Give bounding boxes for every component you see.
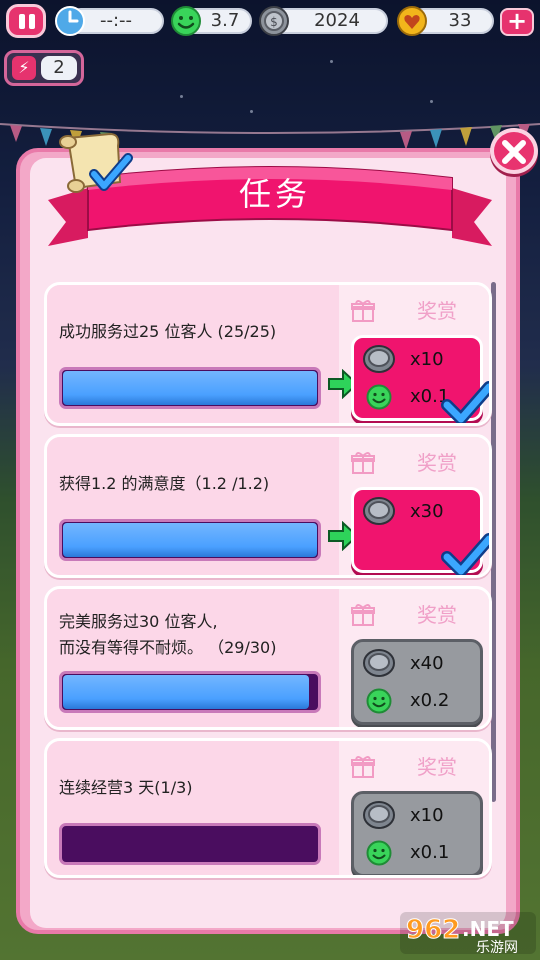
task-card: 成功服务过25 位客人 (25/25) 奖赏 x10 x0.1 [44,282,492,426]
coin-icon [363,345,395,373]
timer-value: --:-- [99,10,133,31]
task-description-line1: 完美服务过30 位客人, [59,612,218,631]
reward-header: 奖赏 [347,295,487,327]
hearts-value: 33 [448,10,472,31]
check-icon [441,381,489,423]
close-icon [502,140,526,164]
svg-text:$: $ [270,15,278,29]
gift-icon [351,604,375,626]
task-progress-bar [59,671,321,713]
task-description-line2: 而没有等得不耐烦。 （29/30) [59,638,277,657]
task-card: 获得1.2 的满意度（1.2 /1.2) 奖赏 x30 [44,434,492,578]
reward-coins: x40 [410,653,444,674]
task-progress-bar [59,367,321,409]
gift-icon [351,452,375,474]
task-progress-fill [63,523,317,557]
task-progress-bar [59,519,321,561]
smile-icon [171,6,201,36]
reward-satisfaction: x0.1 [410,842,450,863]
reward-box: x10 x0.1 [351,791,483,875]
smile-icon [366,688,392,714]
coin-icon [363,497,395,525]
clock-icon [55,6,85,36]
gift-icon [351,300,375,322]
gift-icon [351,756,375,778]
reward-coins: x30 [410,501,444,522]
check-icon [441,533,489,575]
task-description: 成功服务过25 位客人 (25/25) [59,322,277,341]
reward-box: x40 x0.2 [351,639,483,725]
dialog-title: 任务 [238,175,311,213]
scroll-check-icon [59,132,133,193]
reward-label: 奖赏 [417,299,457,323]
add-hearts-button[interactable]: + [500,8,534,36]
task-card: 连续经营3 天(1/3) 奖赏 x10 x0.1 [44,738,492,878]
reward-coins: x10 [410,349,444,370]
pause-button[interactable] [6,4,46,38]
energy-counter: ⚡ 2 [4,50,84,86]
coin-icon [363,801,395,829]
task-progress-fill [63,675,310,709]
coins-value: 2024 [314,10,360,31]
svg-text:.NET: .NET [462,917,514,941]
reward-header: 奖赏 [347,599,487,631]
reward-satisfaction: x0.2 [410,690,450,711]
reward-header: 奖赏 [347,447,487,479]
task-description: 获得1.2 的满意度（1.2 /1.2) [59,474,270,493]
lightning-icon: ⚡ [12,56,36,80]
smile-icon [366,840,392,866]
reward-header: 奖赏 [347,751,487,783]
site-watermark-logo: 962 .NET 乐游网 [400,912,536,956]
smile-icon [366,384,392,410]
reward-coins: x10 [410,805,444,826]
reward-label: 奖赏 [417,451,457,475]
coin-icon: $ [259,6,289,36]
svg-text:乐游网: 乐游网 [476,940,518,956]
task-card: 完美服务过30 位客人, 而没有等得不耐烦。 （29/30) 奖赏 x40 x0… [44,586,492,730]
reward-label: 奖赏 [417,603,457,627]
svg-text:962: 962 [406,915,460,945]
close-button[interactable] [490,128,538,174]
heart-icon [397,6,427,36]
task-progress-bar [59,823,321,865]
coin-icon [363,649,395,677]
task-progress-fill [63,371,317,405]
task-description: 连续经营3 天(1/3) [59,778,193,797]
energy-value: 2 [41,56,77,80]
satisfaction-value: 3.7 [210,10,240,31]
reward-label: 奖赏 [417,755,457,779]
top-hud: --:-- 3.7 2024 $ 33 + [0,0,540,44]
